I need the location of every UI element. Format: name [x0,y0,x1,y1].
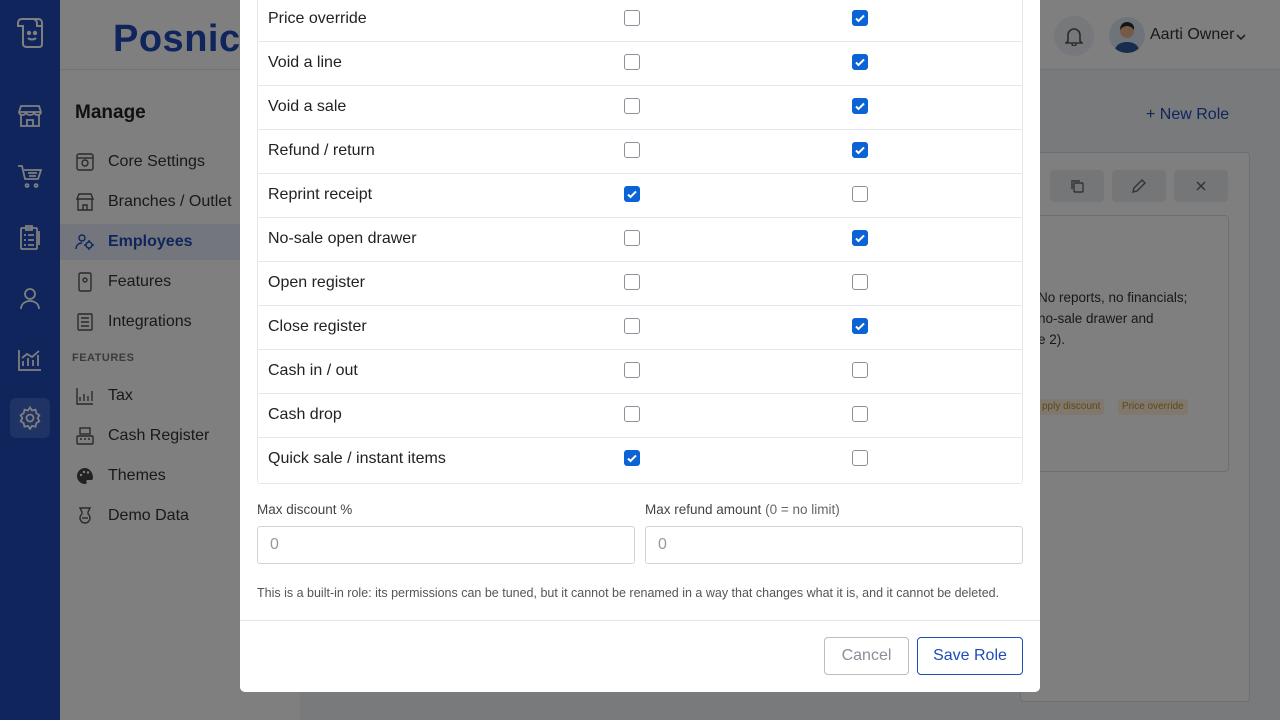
permissions-table: Price override Void a line Void a sale Refu… [257,0,1023,484]
permission-label: Price override [268,10,367,27]
permission-checkbox-1[interactable] [624,142,640,158]
max-refund-label: Max refund amount (0 = no limit) [645,502,840,517]
permission-label: Void a sale [268,98,347,115]
edit-role-modal: Price override Void a line Void a sale Refu… [240,0,1040,692]
modal-footer-divider [240,620,1040,621]
max-refund-hint: (0 = no limit) [765,502,840,517]
permission-checkbox-2[interactable] [852,406,868,422]
permission-label: Close register [268,318,367,335]
permission-checkbox-1[interactable] [624,186,640,202]
permission-checkbox-2[interactable] [852,362,868,378]
permission-row: Price override [258,0,1022,42]
permission-row: Cash drop [258,394,1022,438]
permission-checkbox-1[interactable] [624,10,640,26]
permission-checkbox-1[interactable] [624,274,640,290]
cancel-button[interactable]: Cancel [824,637,909,675]
permission-label: Refund / return [268,142,375,159]
permission-checkbox-1[interactable] [624,362,640,378]
permission-row: Open register [258,262,1022,306]
permission-checkbox-2[interactable] [852,10,868,26]
permission-checkbox-2[interactable] [852,142,868,158]
permission-row: Close register [258,306,1022,350]
permission-label: Quick sale / instant items [268,450,446,467]
permission-checkbox-2[interactable] [852,98,868,114]
built-in-role-note: This is a built-in role: its permissions… [257,586,1000,600]
permission-label: Open register [268,274,365,291]
permission-label: No-sale open drawer [268,230,417,247]
permission-checkbox-1[interactable] [624,318,640,334]
permission-row: Reprint receipt [258,174,1022,218]
permission-checkbox-2[interactable] [852,450,868,466]
max-refund-input[interactable] [645,526,1023,564]
permission-label: Cash drop [268,406,342,423]
permission-checkbox-1[interactable] [624,98,640,114]
max-discount-input[interactable] [257,526,635,564]
permission-checkbox-1[interactable] [624,450,640,466]
permission-checkbox-2[interactable] [852,54,868,70]
permission-row: Void a sale [258,86,1022,130]
permission-label: Reprint receipt [268,186,373,203]
permission-label: Void a line [268,54,342,71]
permission-checkbox-1[interactable] [624,230,640,246]
permission-row: Refund / return [258,130,1022,174]
permission-checkbox-2[interactable] [852,186,868,202]
permission-row: Void a line [258,42,1022,86]
permission-checkbox-2[interactable] [852,318,868,334]
permission-checkbox-2[interactable] [852,230,868,246]
permission-row: Cash in / out [258,350,1022,394]
permission-row: No-sale open drawer [258,218,1022,262]
permission-label: Cash in / out [268,362,358,379]
save-role-button[interactable]: Save Role [917,637,1023,675]
permission-checkbox-1[interactable] [624,54,640,70]
max-discount-label: Max discount % [257,502,353,517]
permission-row: Quick sale / instant items [258,438,1022,482]
permission-checkbox-1[interactable] [624,406,640,422]
permission-checkbox-2[interactable] [852,274,868,290]
